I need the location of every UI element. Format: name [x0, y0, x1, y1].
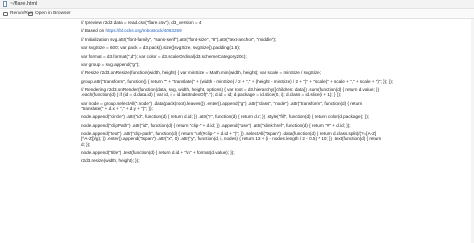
code-text: d; }); [81, 141, 91, 147]
code-text: // Based on [81, 28, 106, 34]
code-line: // Initialization svg.attr("font-family"… [81, 37, 464, 42]
code-line: r2d3.resize(width, height); }); [81, 158, 464, 163]
code-text: var svgSize = 600; var pack = d3.pack().… [81, 45, 241, 51]
code-text: var format = d3.format(",d"); var color … [81, 53, 247, 59]
code-text: // Initialization svg.attr("font-family"… [81, 36, 277, 42]
code-line: var format = d3.format(",d"); var color … [81, 54, 464, 59]
code-text: "translate(" + d.x + "," + d.y + ")"; })… [81, 105, 153, 111]
code-text: // !preview r2d3 data = read.csv("flare.… [81, 20, 202, 25]
code-line: // Resize r2d3.onResize(function(width, … [81, 70, 464, 75]
code-text: [^A-Z])/g); }) .enter().append("tspan") … [81, 136, 382, 142]
browser-icon [28, 11, 33, 16]
code-text: node.append("clipPath") .attr("id", func… [81, 122, 351, 128]
code-line: "translate(" + d.x + "," + d.y + ")"; })… [81, 106, 464, 111]
code-line: var svgSize = 600; var pack = d3.pack().… [81, 45, 464, 50]
refresh-icon [3, 11, 8, 16]
toolbar: Rerun/Run Open in Browser [0, 9, 474, 19]
code-text: .each(function(d) { if (id = d.data.id) … [81, 92, 342, 98]
title-bar: ~/flare.html [0, 0, 474, 9]
code-line: node.append("title") .text(function(d) {… [81, 150, 464, 155]
code-block: // !preview r2d3 data = read.csv("flare.… [81, 20, 464, 163]
code-text: group.attr("transform", function() { ret… [81, 78, 394, 84]
code-view[interactable]: // !preview r2d3 data = read.csv("flare.… [0, 19, 474, 243]
code-line: var group = svg.append("g"); [81, 62, 464, 67]
code-line: node.append("clipPath") .attr("id", func… [81, 123, 464, 128]
code-text: var group = svg.append("g"); [81, 61, 140, 67]
code-line: // Based on https://bl.ocks.org/mbostock… [81, 28, 464, 33]
html-file-icon [3, 1, 7, 7]
code-text: r2d3.resize(width, height); }); [81, 158, 140, 164]
open-in-browser-label: Open in Browser [35, 11, 71, 16]
open-in-browser-button[interactable]: Open in Browser [28, 10, 71, 17]
window-title: ~/flare.html [10, 1, 38, 7]
code-line: group.attr("transform", function() { ret… [81, 79, 464, 84]
code-text: node.append("circle") .attr("id", functi… [81, 114, 370, 120]
code-line: node.append("circle") .attr("id", functi… [81, 114, 464, 119]
code-text: // Resize r2d3.onResize(function(width, … [81, 70, 321, 76]
code-line: d; }); [81, 142, 464, 147]
code-line: // !preview r2d3 data = read.csv("flare.… [81, 20, 464, 25]
code-line: .each(function(d) { if (id = d.data.id) … [81, 92, 464, 97]
code-link[interactable]: https://bl.ocks.org/mbostock/4063269 [106, 28, 182, 33]
code-text: node.append("title") .text(function(d) {… [81, 149, 235, 155]
